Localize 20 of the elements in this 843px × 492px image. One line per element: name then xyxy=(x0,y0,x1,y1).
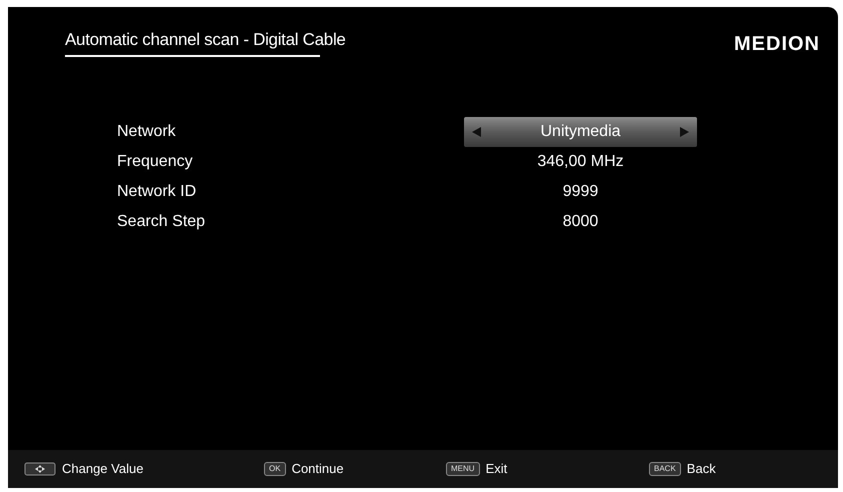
navigation-key-icon xyxy=(24,462,56,476)
setting-label: Network ID xyxy=(117,182,198,202)
setting-label: Search Step xyxy=(117,212,206,232)
setting-label: Frequency xyxy=(117,152,194,172)
setting-label: Network xyxy=(117,122,177,142)
right-arrow-icon xyxy=(680,127,689,137)
remote-key: MENU xyxy=(446,462,480,476)
footer-hint: Exit xyxy=(486,460,508,478)
remote-key: BACK xyxy=(649,462,681,476)
footer-hint: Continue xyxy=(292,460,344,478)
footer-hint: Change Value xyxy=(62,460,144,478)
remote-key: OK xyxy=(264,462,286,476)
screen-title: Automatic channel scan - Digital Cable xyxy=(65,29,346,51)
footer-hint: Back xyxy=(686,460,716,478)
brand-logo: MEDION xyxy=(734,32,820,57)
setting-value: 9999 xyxy=(562,182,600,202)
setting-value: 346,00 MHz xyxy=(536,152,625,172)
value-selector[interactable]: Unitymedia xyxy=(464,117,697,147)
setting-value: 8000 xyxy=(562,212,600,232)
left-arrow-icon xyxy=(472,127,481,137)
